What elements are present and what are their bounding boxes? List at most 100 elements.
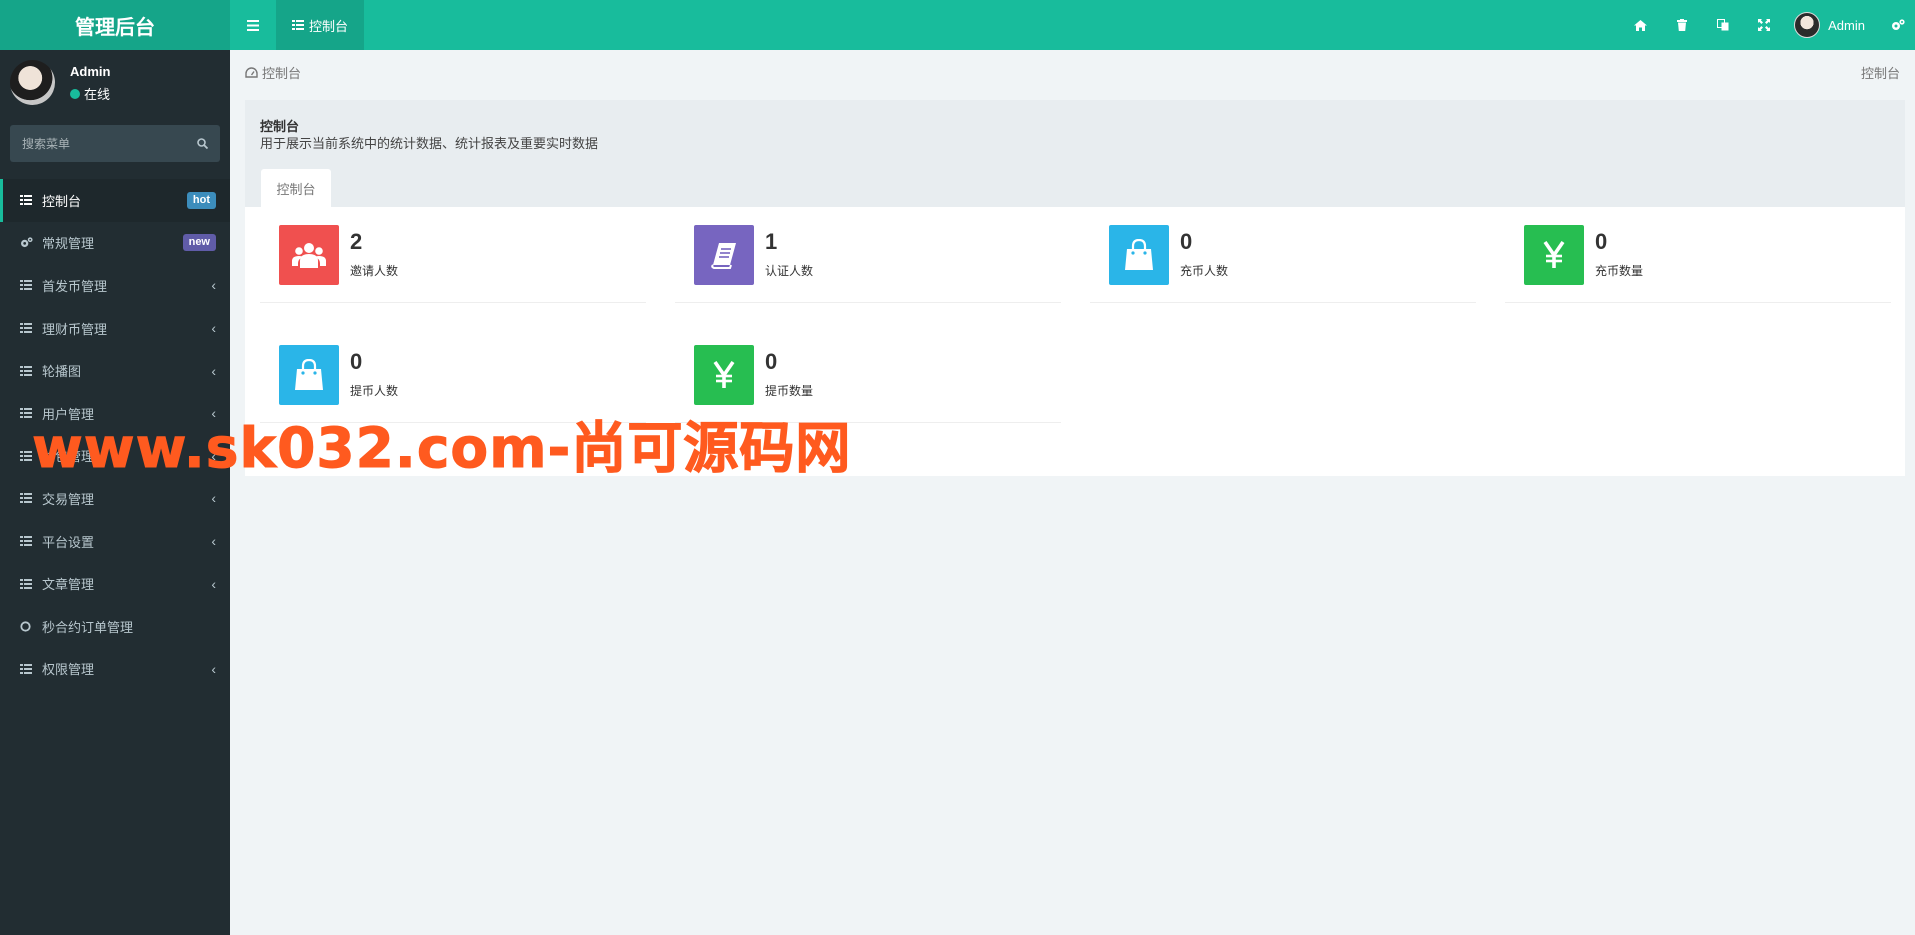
list-icon (20, 536, 32, 547)
stat-card-deposit-amount: 0 充币数量 (1505, 207, 1891, 303)
top-navbar: 管理后台 控制台 Admin (0, 0, 1915, 50)
clear-cache-button[interactable] (1661, 0, 1702, 50)
sidebar-item-label: 理财币管理 (42, 321, 108, 337)
chevron-left-icon: ‹ (211, 660, 216, 677)
stat-label: 提币人数 (350, 384, 399, 398)
sidebar-item-trade[interactable]: 交易管理 ‹ (0, 477, 230, 520)
new-badge: new (182, 234, 216, 252)
yen-icon (1524, 225, 1584, 285)
stat-value: 0 (350, 349, 363, 374)
list-icon (20, 663, 32, 674)
status-text: 在线 (84, 87, 111, 102)
panel-header: 控制台 用于展示当前系统中的统计数据、统计报表及重要实时数据 控制台 (245, 100, 1905, 207)
sidebar-item-permissions[interactable]: 权限管理 ‹ (0, 648, 230, 691)
user-menu[interactable]: Admin (1784, 0, 1881, 50)
home-button[interactable] (1620, 0, 1661, 50)
stat-value: 0 (765, 349, 778, 374)
sidebar-item-platform[interactable]: 平台设置 ‹ (0, 520, 230, 563)
sidebar-toggle-button[interactable] (230, 0, 275, 50)
list-icon (20, 323, 32, 334)
sidebar-item-contract-orders[interactable]: 秒合约订单管理 (0, 605, 230, 648)
chevron-left-icon: ‹ (211, 490, 216, 507)
search-icon[interactable] (197, 138, 208, 149)
stat-label: 充币数量 (1595, 264, 1644, 278)
chevron-left-icon: ‹ (211, 362, 216, 379)
sidebar-item-dashboard[interactable]: 控制台 hot (0, 179, 230, 222)
tab-dashboard[interactable]: 控制台 (276, 0, 364, 50)
search-input[interactable] (22, 136, 172, 151)
chevron-left-icon: ‹ (211, 575, 216, 592)
sidebar-item-label: 秒合约订单管理 (42, 619, 134, 635)
yen-icon (694, 345, 754, 405)
sidebar-item-label: 文章管理 (42, 577, 95, 593)
sidebar-item-label: 交易管理 (42, 491, 95, 507)
stat-value: 0 (1180, 229, 1193, 254)
list-icon (20, 450, 32, 461)
settings-button[interactable] (1881, 0, 1915, 50)
stat-label: 认证人数 (765, 264, 814, 278)
chevron-left-icon: ‹ (211, 533, 216, 550)
user-name: Admin (1828, 17, 1865, 33)
sidebar-item-label: 常规管理 (42, 236, 95, 252)
dashboard-icon (245, 67, 258, 78)
stat-value: 1 (765, 229, 778, 254)
user-panel: Admin 在线 (10, 60, 220, 110)
sidebar-user-name: Admin (70, 64, 111, 79)
app-logo[interactable]: 管理后台 (0, 0, 230, 50)
breadcrumb-right[interactable]: 控制台 (1861, 63, 1900, 82)
watermark-text: www.sk032.com-尚可源码网 (31, 416, 852, 481)
sidebar-item-label: 控制台 (42, 193, 82, 209)
tab-label: 控制台 (308, 18, 348, 34)
page-description: 用于展示当前系统中的统计数据、统计报表及重要实时数据 (260, 136, 599, 151)
chevron-left-icon: ‹ (211, 320, 216, 337)
sidebar-item-label: 轮播图 (42, 364, 82, 380)
breadcrumb-current[interactable]: 控制台 (262, 63, 301, 82)
hamburger-icon (246, 19, 259, 31)
stat-label: 充币人数 (1180, 264, 1229, 278)
list-icon (20, 365, 32, 376)
home-icon (1634, 19, 1648, 31)
chevron-left-icon: ‹ (211, 277, 216, 294)
stat-card-verified: 1 认证人数 (675, 207, 1061, 303)
sidebar-item-carousel[interactable]: 轮播图 ‹ (0, 349, 230, 392)
list-icon (20, 195, 32, 206)
stat-label: 提币数量 (765, 384, 814, 398)
stat-value: 0 (1595, 229, 1608, 254)
sidebar-item-ico[interactable]: 首发币管理 ‹ (0, 264, 230, 307)
shopping-bag-icon (1109, 225, 1169, 285)
status-badge: 在线 (70, 84, 110, 103)
sidebar: Admin 在线 控制台 hot 常规管理 new 首发币管理 ‹ 理财币管理 … (0, 50, 230, 935)
list-icon (20, 280, 32, 291)
list-icon (20, 493, 32, 504)
circle-icon (20, 621, 31, 632)
users-icon (279, 225, 339, 285)
list-icon (20, 578, 32, 589)
stat-card-invites: 2 邀请人数 (260, 207, 646, 303)
breadcrumb: 控制台 控制台 (245, 63, 1915, 83)
app-title: 管理后台 (75, 16, 155, 39)
online-dot-icon (70, 88, 80, 99)
hot-badge: hot (186, 191, 216, 209)
sidebar-item-label: 平台设置 (42, 534, 95, 550)
stat-card-deposit-users: 0 充币人数 (1090, 207, 1476, 303)
main-content: 控制台 控制台 控制台 用于展示当前系统中的统计数据、统计报表及重要实时数据 控… (230, 50, 1915, 935)
avatar (10, 60, 55, 105)
sidebar-item-label: 权限管理 (42, 662, 95, 678)
sidebar-item-articles[interactable]: 文章管理 ‹ (0, 562, 230, 605)
sidebar-item-finance[interactable]: 理财币管理 ‹ (0, 307, 230, 350)
menu-search (10, 125, 220, 162)
cogs-icon (1892, 19, 1905, 30)
stat-card-withdraw-users: 0 提币人数 (260, 327, 646, 423)
fullscreen-button[interactable] (1743, 0, 1784, 50)
language-button[interactable] (1702, 0, 1743, 50)
list-icon (20, 408, 32, 419)
shopping-bag-icon (279, 345, 339, 405)
stat-card-withdraw-amount: 0 提币数量 (675, 327, 1061, 423)
sidebar-item-general[interactable]: 常规管理 new (0, 222, 230, 265)
tab-dashboard-panel[interactable]: 控制台 (261, 169, 331, 207)
expand-icon (1757, 19, 1770, 31)
avatar (1794, 12, 1821, 38)
cogs-icon (21, 237, 33, 248)
book-icon (694, 225, 754, 285)
stat-label: 邀请人数 (350, 264, 399, 278)
